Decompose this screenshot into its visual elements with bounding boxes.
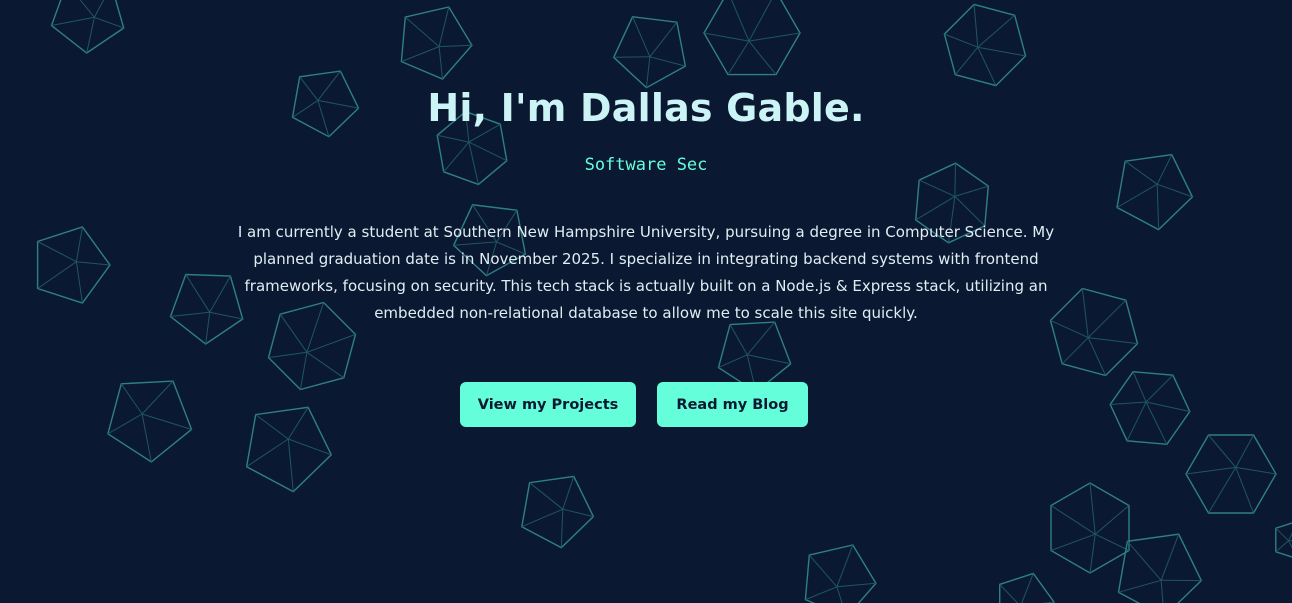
hero-title: Hi, I'm Dallas Gable. [427,86,865,130]
hero-subtitle: Software Sec [584,155,708,175]
hero-content: Hi, I'm Dallas Gable. Software Sec I am … [0,0,1292,603]
hero-bio: I am currently a student at Southern New… [237,223,1055,322]
hero-section: Hi, I'm Dallas Gable. Software Sec I am … [0,0,1292,603]
read-blog-button[interactable]: Read my Blog [657,382,808,427]
view-projects-button[interactable]: View my Projects [460,382,636,427]
